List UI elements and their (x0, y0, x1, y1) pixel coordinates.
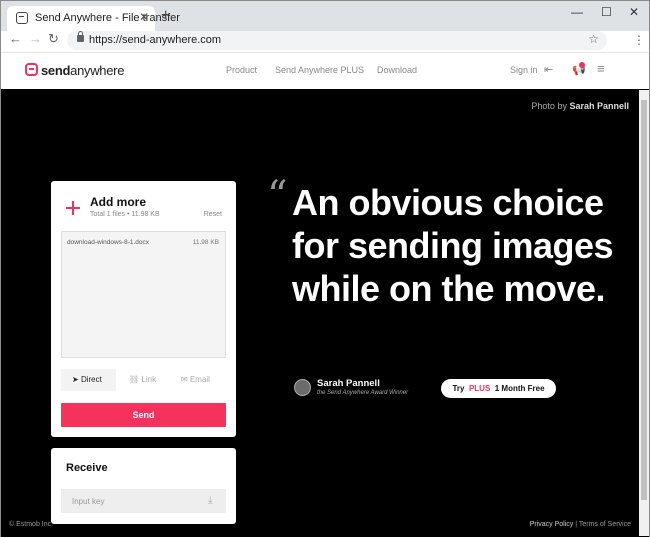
reset-button[interactable]: Reset (204, 211, 222, 218)
back-arrow-icon[interactable]: ← (9, 31, 22, 46)
file-name: download-windows-8-1.docx (67, 239, 150, 246)
paper-plane-icon: ➤ (72, 375, 79, 384)
nav-plus[interactable]: Send Anywhere PLUS (275, 65, 364, 75)
forward-arrow-icon[interactable]: → (29, 31, 42, 46)
notification-dot (579, 62, 585, 68)
tab-strip: Send Anywhere - File transfer ✕ + — ☐ ✕ (1, 1, 649, 31)
send-anywhere-favicon-icon (16, 12, 28, 24)
scrollbar-thumb[interactable] (641, 100, 647, 500)
bookmark-star-icon[interactable]: ☆ (588, 32, 599, 46)
send-panel: Add more Total 1 files • 11.98 KB Reset … (51, 181, 236, 437)
page-scrollbar[interactable] (639, 90, 649, 536)
tab-email[interactable]: ✉ Email (181, 369, 226, 391)
lock-icon (77, 31, 84, 42)
file-size: 11.98 KB (192, 239, 219, 246)
maximize-button[interactable]: ☐ (601, 5, 612, 19)
send-button[interactable]: Send (61, 403, 226, 427)
tab-direct[interactable]: ➤ Direct (61, 369, 116, 391)
author-name: Sarah Pannell (317, 378, 380, 389)
new-tab-button[interactable]: + (161, 7, 170, 25)
close-window-button[interactable]: ✕ (629, 5, 639, 19)
browser-tab[interactable]: Send Anywhere - File transfer ✕ (7, 6, 180, 31)
minimize-button[interactable]: — (571, 5, 583, 19)
footer-links: Privacy Policy | Terms of Service (529, 521, 631, 528)
reload-icon[interactable]: ↻ (48, 31, 59, 47)
quote-mark-icon: “ (267, 173, 288, 219)
tab-title: Send Anywhere - File transfer (35, 12, 180, 24)
url-text: https://send-anywhere.com (89, 34, 222, 46)
nav-product[interactable]: Product (226, 65, 257, 75)
receive-panel: Receive ⤓ (51, 448, 236, 524)
sign-in-arrow-icon[interactable]: ⇤ (544, 63, 553, 76)
receive-key-input[interactable] (61, 489, 226, 513)
total-files-info: Total 1 files • 11.98 KB (90, 211, 160, 218)
browser-menu-icon[interactable]: ⋮ (633, 33, 645, 47)
download-icon[interactable]: ⤓ (208, 495, 212, 506)
author-subtitle: the Send Anywhere Award Winner (317, 390, 409, 396)
site-header: sendanywhere Product Send Anywhere PLUS … (1, 52, 649, 89)
terms-link[interactable]: Terms of Service (579, 521, 631, 528)
tab-link[interactable]: ⛓ Link (129, 369, 169, 391)
tab-close-icon[interactable]: ✕ (139, 10, 149, 24)
photo-credit: Photo by Sarah Pannell (531, 101, 629, 111)
add-file-plus-icon[interactable] (66, 201, 80, 215)
add-more-button[interactable]: Add more (90, 195, 146, 209)
address-bar[interactable]: https://send-anywhere.com ☆ (67, 31, 607, 50)
receive-title: Receive (66, 462, 108, 474)
copyright: © Estmob Inc. (9, 521, 54, 528)
logo-text[interactable]: sendanywhere (41, 63, 124, 78)
logo-icon[interactable] (25, 63, 38, 76)
hero-headline: An obvious choice for sending images whi… (292, 182, 614, 309)
try-plus-button[interactable]: Try PLUS 1 Month Free (441, 379, 556, 398)
transfer-method-tabs: ➤ Direct ⛓ Link ✉ Email (61, 369, 226, 391)
sign-in-link[interactable]: Sign in (510, 65, 538, 75)
hamburger-menu-icon[interactable]: ≡ (597, 61, 605, 76)
author-avatar (294, 379, 311, 396)
email-icon: ✉ (181, 375, 188, 384)
privacy-link[interactable]: Privacy Policy (530, 521, 574, 528)
browser-window: Send Anywhere - File transfer ✕ + — ☐ ✕ … (0, 0, 650, 537)
nav-download[interactable]: Download (377, 65, 417, 75)
link-icon: ⛓ (129, 375, 140, 384)
file-list[interactable]: download-windows-8-1.docx 11.98 KB (61, 231, 226, 358)
browser-toolbar: ← → ↻ https://send-anywhere.com ☆ ⋮ (1, 31, 649, 51)
